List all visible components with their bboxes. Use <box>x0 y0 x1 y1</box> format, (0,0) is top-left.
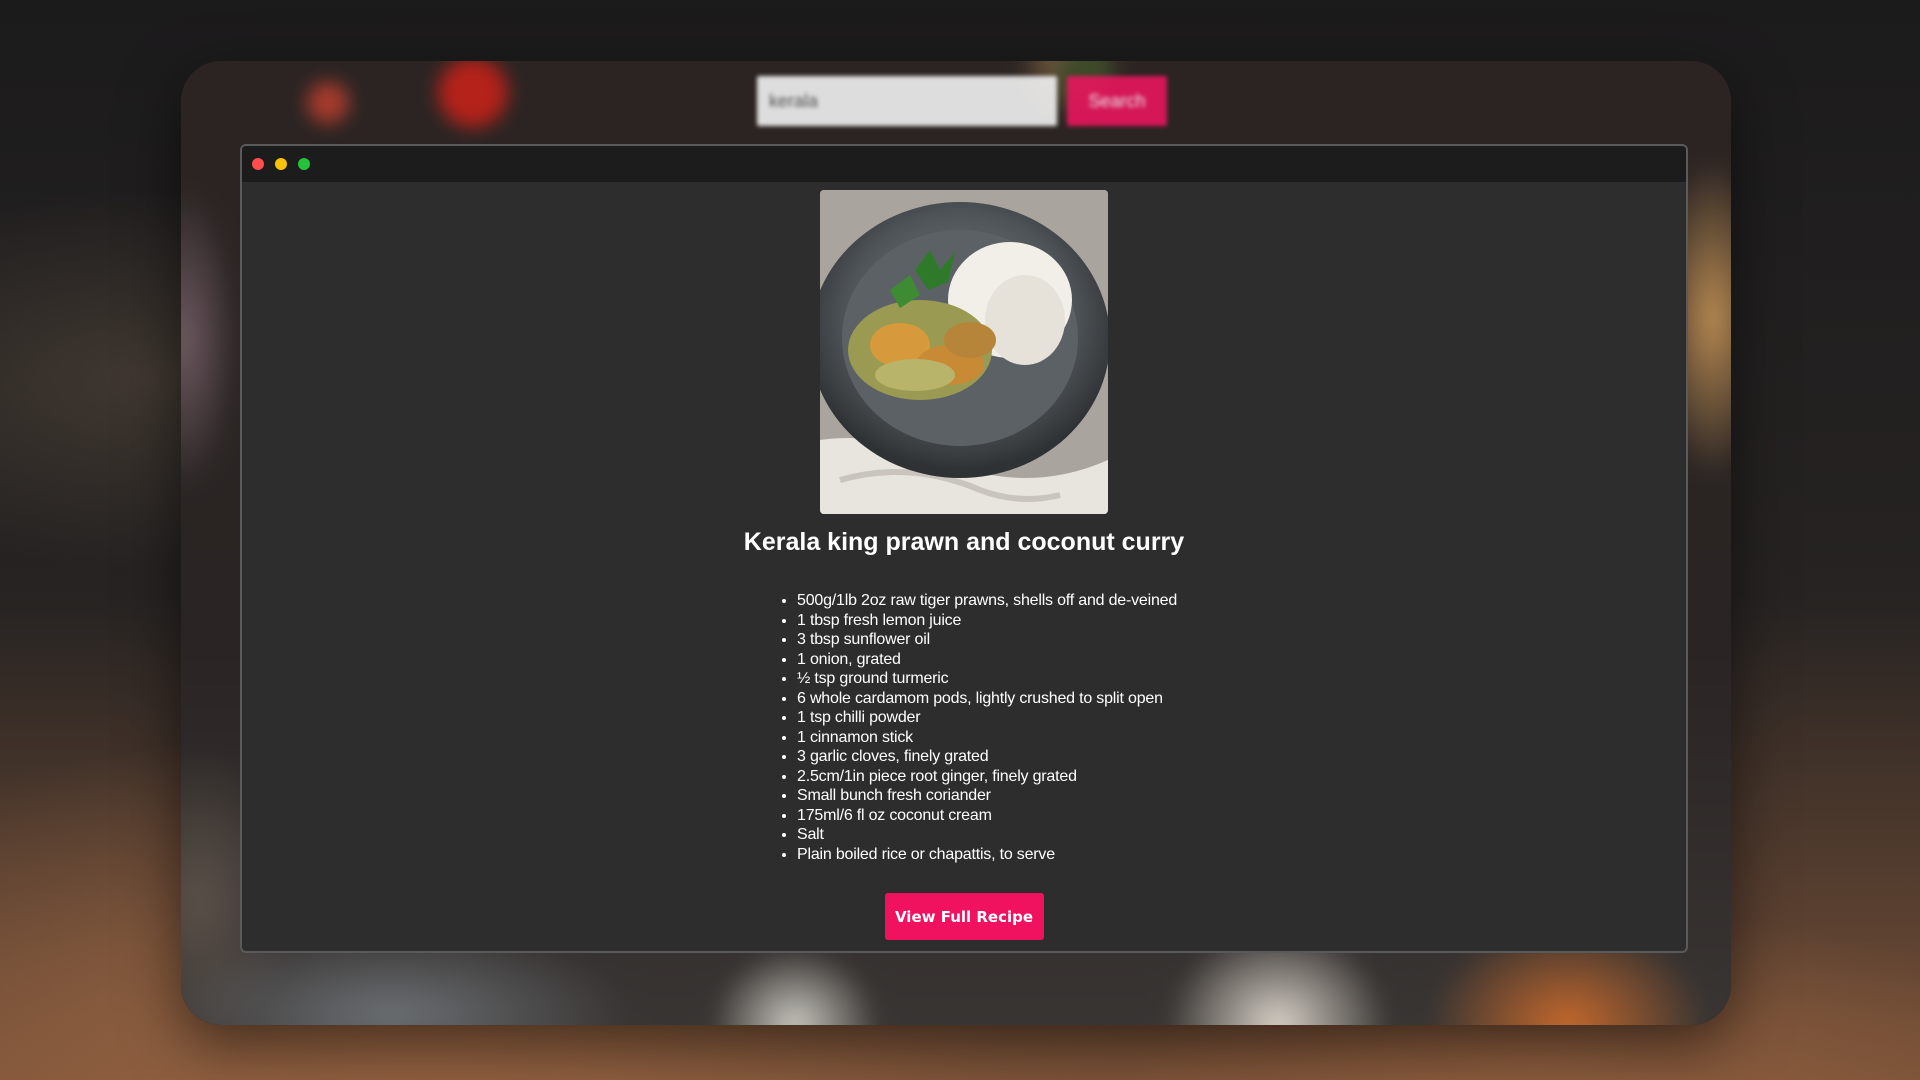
modal-titlebar <box>242 146 1686 182</box>
recipe-content: Kerala king prawn and coconut curry 500g… <box>242 182 1686 940</box>
ingredient-item: 6 whole cardamom pods, lightly crushed t… <box>797 689 1207 709</box>
ingredient-item: Salt <box>797 825 1207 845</box>
ingredient-item: 3 garlic cloves, finely grated <box>797 747 1207 767</box>
search-bar: Search <box>757 76 1167 126</box>
search-button[interactable]: Search <box>1067 76 1167 126</box>
recipe-modal: Kerala king prawn and coconut curry 500g… <box>240 144 1688 953</box>
ingredient-item: 1 tbsp fresh lemon juice <box>797 611 1207 631</box>
curry-photo-icon <box>820 190 1108 514</box>
view-full-recipe-button[interactable]: View Full Recipe <box>884 893 1044 940</box>
ingredient-item: 2.5cm/1in piece root ginger, finely grat… <box>797 767 1207 787</box>
search-input[interactable] <box>757 76 1057 126</box>
ingredient-item: 1 onion, grated <box>797 650 1207 670</box>
ingredient-item: Plain boiled rice or chapattis, to serve <box>797 845 1207 865</box>
ingredient-item: 3 tbsp sunflower oil <box>797 630 1207 650</box>
ingredient-list: 500g/1lb 2oz raw tiger prawns, shells of… <box>769 591 1207 864</box>
ingredient-item: 500g/1lb 2oz raw tiger prawns, shells of… <box>797 591 1207 611</box>
minimize-dot-icon[interactable] <box>275 158 287 170</box>
recipe-title: Kerala king prawn and coconut curry <box>743 528 1185 556</box>
maximize-dot-icon[interactable] <box>298 158 310 170</box>
ingredient-item: 1 tsp chilli powder <box>797 708 1207 728</box>
ingredient-item: 175ml/6 fl oz coconut cream <box>797 806 1207 826</box>
close-dot-icon[interactable] <box>252 158 264 170</box>
ingredient-item: 1 cinnamon stick <box>797 728 1207 748</box>
ingredient-item: Small bunch fresh coriander <box>797 786 1207 806</box>
recipe-image <box>820 190 1108 514</box>
ingredient-item: ½ tsp ground turmeric <box>797 669 1207 689</box>
